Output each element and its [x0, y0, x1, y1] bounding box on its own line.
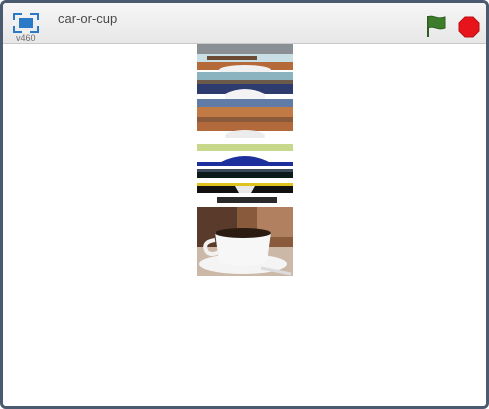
coffee-cup-sprite	[197, 44, 293, 276]
project-title: car-or-cup	[58, 11, 118, 26]
stop-sign-icon	[458, 16, 480, 38]
stage[interactable]	[3, 44, 486, 406]
green-flag-button[interactable]	[425, 14, 447, 38]
player-window: v460 car-or-cup	[0, 0, 489, 409]
stop-button[interactable]	[458, 16, 480, 38]
green-flag-icon	[427, 15, 446, 37]
fullscreen-button[interactable]	[13, 13, 39, 33]
player-header: v460 car-or-cup	[3, 3, 486, 44]
fullscreen-icon	[13, 13, 39, 33]
version-label: v460	[16, 33, 36, 43]
